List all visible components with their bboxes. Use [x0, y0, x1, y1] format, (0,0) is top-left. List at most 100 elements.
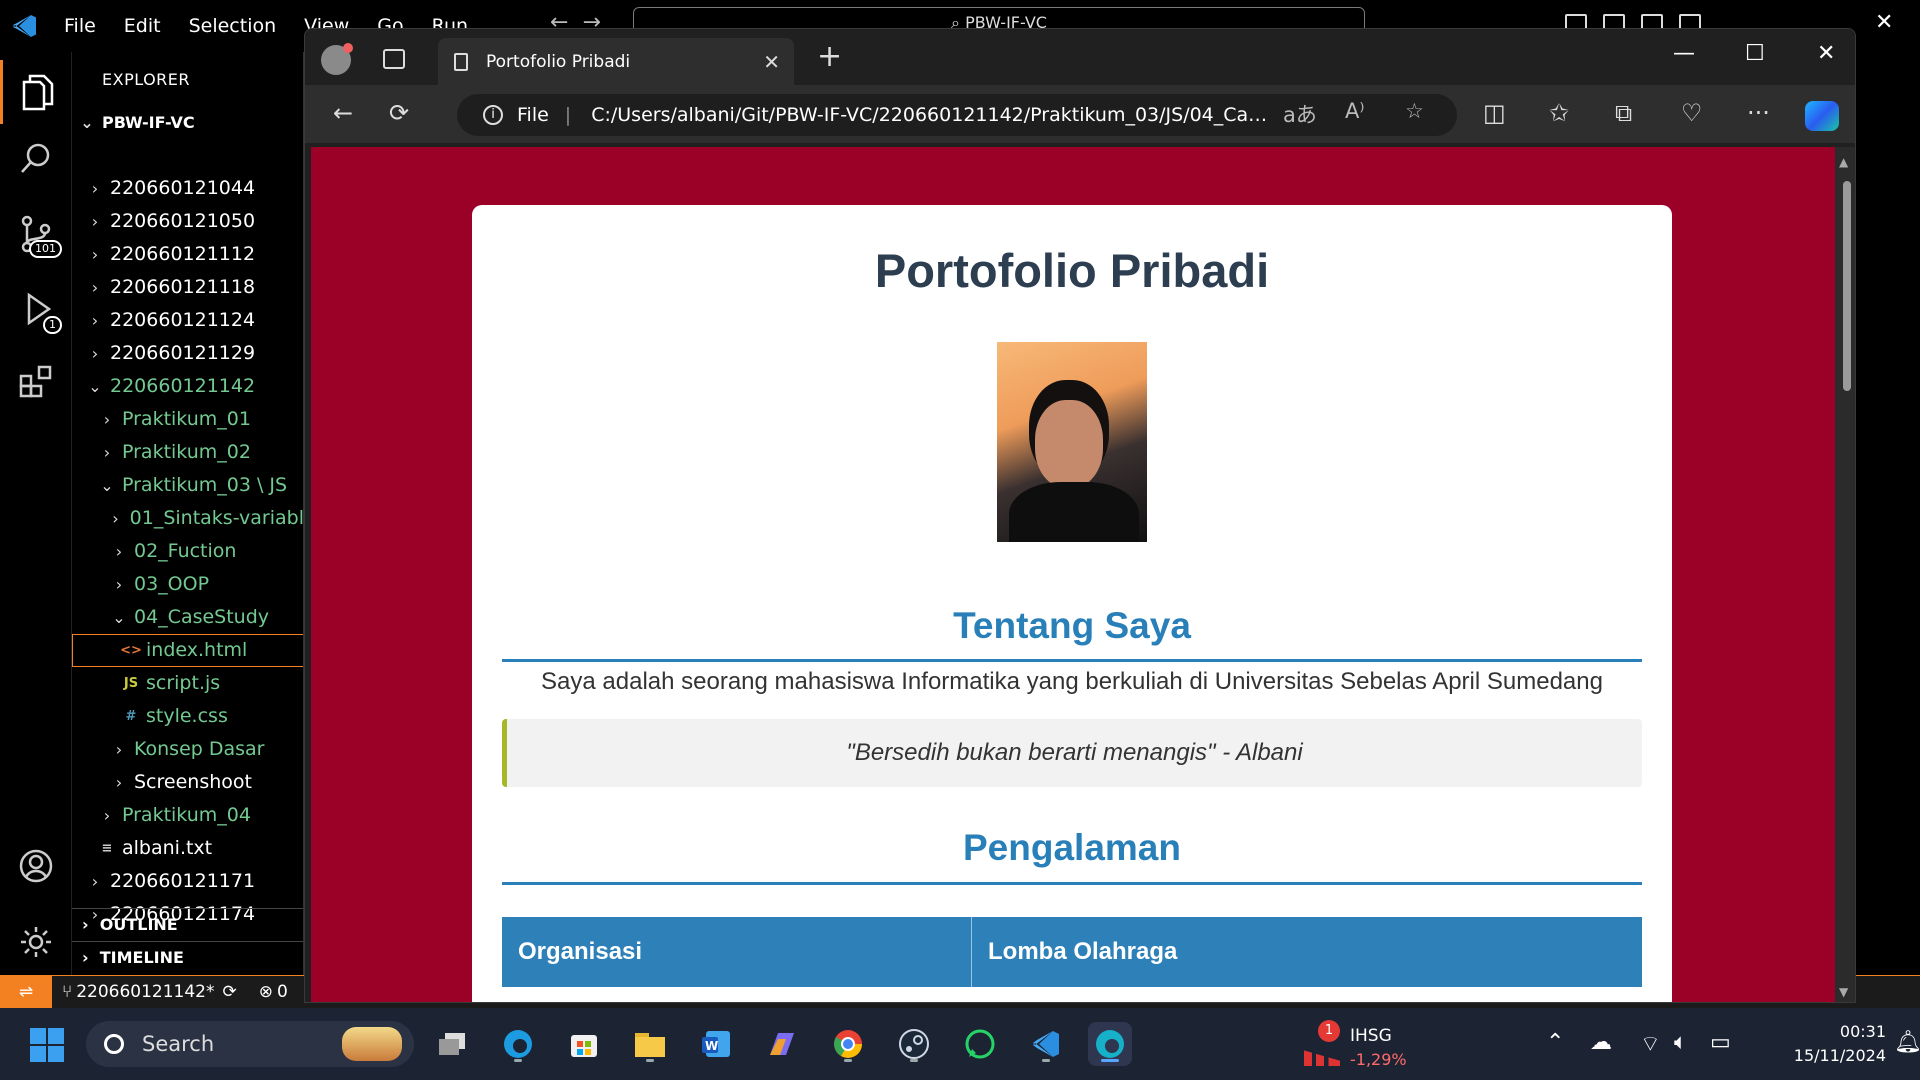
translate-icon[interactable]: aあ	[1283, 99, 1317, 129]
read-aloud-icon[interactable]: A⁾	[1345, 99, 1365, 123]
onedrive-icon[interactable]: ☁	[1590, 1030, 1612, 1055]
tree-folder[interactable]: › Screenshoot	[72, 766, 303, 799]
chevron-right-icon: ›	[115, 542, 123, 561]
refresh-icon[interactable]: ⟳	[389, 99, 409, 127]
tree-folder[interactable]: ⌄ 04_CaseStudy	[72, 601, 303, 634]
tree-folder[interactable]: › Konsep Dasar	[72, 733, 303, 766]
tree-folder[interactable]: › Praktikum_01	[72, 403, 303, 436]
run-debug-badge: 1	[43, 316, 62, 334]
run-debug-icon[interactable]: 1	[0, 278, 72, 342]
word-icon[interactable]: W	[694, 1022, 738, 1066]
accounts-icon[interactable]	[0, 834, 72, 898]
profile-avatar-icon[interactable]	[321, 43, 353, 75]
html-file-icon: <>	[120, 643, 142, 658]
vscode-close-icon[interactable]: ✕	[1875, 10, 1893, 35]
notifications-bell-icon[interactable]: 🔔︎	[1894, 1030, 1920, 1055]
menu-selection[interactable]: Selection	[175, 0, 291, 52]
root-folder-header[interactable]: ⌄ PBW-IF-VC	[72, 106, 303, 139]
close-window-icon[interactable]: ✕	[1817, 41, 1835, 66]
stock-widget[interactable]: 1 IHSG -1,29%	[1304, 1020, 1414, 1070]
browser-tab-active[interactable]: Portofolio Pribadi ✕	[438, 38, 794, 85]
error-icon: ⊗	[258, 982, 273, 1002]
profile-photo	[997, 342, 1147, 542]
tree-item-label: 220660121129	[110, 342, 256, 364]
chrome-icon[interactable]	[826, 1022, 870, 1066]
scroll-up-icon[interactable]: ▲	[1839, 155, 1848, 169]
tree-folder[interactable]: › 220660121171	[72, 865, 303, 898]
remote-indicator-icon[interactable]: ⇌	[0, 976, 52, 1008]
status-errors[interactable]: 0	[277, 982, 288, 1002]
scrollbar-thumb[interactable]	[1843, 181, 1851, 391]
wifi-icon[interactable]: ⌔	[1640, 1030, 1661, 1058]
steam-icon[interactable]	[892, 1022, 936, 1066]
tree-folder[interactable]: › 220660121129	[72, 337, 303, 370]
back-icon[interactable]: ←	[333, 99, 353, 127]
copilot-icon[interactable]	[1805, 101, 1839, 131]
about-divider	[502, 659, 1642, 662]
browser-essentials-icon[interactable]: ♡	[1681, 99, 1703, 127]
favorite-star-icon[interactable]: ☆	[1405, 99, 1424, 123]
microsoft-store-icon[interactable]	[562, 1022, 606, 1066]
scroll-down-icon[interactable]: ▼	[1839, 985, 1848, 999]
root-folder-label: PBW-IF-VC	[102, 113, 195, 132]
whatsapp-icon[interactable]	[958, 1022, 1002, 1066]
vscode-taskbar-icon[interactable]	[1024, 1022, 1068, 1066]
source-control-icon[interactable]: 101	[0, 202, 72, 266]
extensions-icon[interactable]	[0, 350, 72, 414]
new-tab-icon[interactable]: +	[817, 39, 842, 74]
tree-folder[interactable]: › 220660121044	[72, 172, 303, 205]
menu-file[interactable]: File	[50, 0, 110, 52]
maximize-icon[interactable]: ☐	[1745, 41, 1765, 66]
edge-toolbar: ← ⟳ i File | C:/Users/albani/Git/PBW-IF-…	[305, 85, 1855, 143]
file-explorer-icon[interactable]	[628, 1022, 672, 1066]
windows-start-icon[interactable]	[30, 1028, 64, 1062]
collections-icon[interactable]: ⧉	[1615, 99, 1632, 127]
battery-icon[interactable]: ▭	[1710, 1030, 1731, 1055]
tree-file[interactable]: <> index.html	[72, 634, 303, 667]
tree-folder[interactable]: ⌄ Praktikum_03 \ JS	[72, 469, 303, 502]
taskbar-search[interactable]: Search	[86, 1021, 414, 1067]
tree-file[interactable]: JS script.js	[72, 667, 303, 700]
volume-icon[interactable]: 🔈︎	[1674, 1030, 1687, 1055]
tree-folder[interactable]: › 01_Sintaks-variabl	[72, 502, 303, 535]
tree-file[interactable]: ≡ albani.txt	[72, 832, 303, 865]
tree-folder[interactable]: › 02_Fuction	[72, 535, 303, 568]
tree-folder[interactable]: ⌄ 220660121142	[72, 370, 303, 403]
search-icon[interactable]	[0, 126, 72, 190]
edge-active-taskbar-icon[interactable]	[1088, 1022, 1132, 1066]
tray-overflow-chevron-icon[interactable]: ⌃	[1546, 1030, 1564, 1055]
tree-file[interactable]: # style.css	[72, 700, 303, 733]
status-branch[interactable]: 220660121142*	[76, 982, 214, 1002]
source-control-badge: 101	[29, 240, 62, 258]
page-scrollbar[interactable]: ▲ ▼	[1835, 147, 1855, 1002]
taskbar-search-placeholder: Search	[142, 1032, 215, 1056]
tree-folder[interactable]: › 220660121050	[72, 205, 303, 238]
tree-folder[interactable]: › Praktikum_02	[72, 436, 303, 469]
tree-folder[interactable]: › 220660121118	[72, 271, 303, 304]
tree-folder[interactable]: › 220660121124	[72, 304, 303, 337]
taskbar-clock[interactable]: 00:31 15/11/2024	[1756, 1020, 1886, 1068]
close-tab-icon[interactable]: ✕	[763, 50, 794, 74]
timeline-section[interactable]: › TIMELINE	[72, 941, 303, 974]
chevron-right-icon: ›	[115, 575, 123, 594]
more-options-icon[interactable]: ···	[1747, 99, 1770, 127]
outline-section[interactable]: › OUTLINE	[72, 908, 303, 941]
clock-time: 00:31	[1839, 1022, 1886, 1041]
explorer-icon[interactable]	[0, 60, 72, 124]
tab-actions-icon[interactable]	[383, 49, 405, 69]
menu-edit[interactable]: Edit	[110, 0, 175, 52]
favorites-icon[interactable]: ✩	[1549, 99, 1569, 127]
copilot-taskbar-icon[interactable]	[760, 1022, 804, 1066]
tree-folder[interactable]: › 220660121112	[72, 238, 303, 271]
tree-folder[interactable]: › Praktikum_04	[72, 799, 303, 832]
tree-item-label: 02_Fuction	[134, 540, 237, 562]
split-screen-icon[interactable]: ◫	[1483, 99, 1506, 127]
minimize-icon[interactable]: —	[1673, 41, 1695, 66]
info-icon[interactable]: i	[483, 105, 503, 125]
edge-taskbar-icon[interactable]	[496, 1022, 540, 1066]
sync-icon[interactable]: ⟳	[223, 982, 237, 1002]
tree-folder[interactable]: › 03_OOP	[72, 568, 303, 601]
settings-gear-icon[interactable]	[0, 910, 72, 974]
address-url: C:/Users/albani/Git/PBW-IF-VC/2206601211…	[591, 104, 1268, 126]
task-view-icon[interactable]	[430, 1022, 474, 1066]
